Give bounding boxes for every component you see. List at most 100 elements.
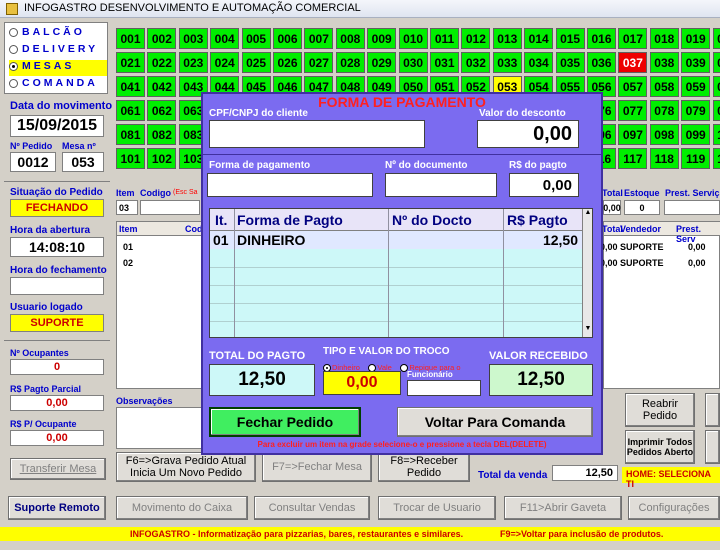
items-row-item[interactable]: 01 [123,242,133,252]
table-button-025[interactable]: 025 [241,52,271,73]
table-button-007[interactable]: 007 [304,28,334,49]
table-button-016[interactable]: 016 [587,28,616,49]
table-button-023[interactable]: 023 [178,52,208,73]
mode-balcao[interactable]: BALCÃO [9,26,85,42]
table-button-004[interactable]: 004 [210,28,240,49]
transferir-mesa-button[interactable]: Transferir Mesa [10,458,106,480]
mode-delivery[interactable]: DELIVERY [9,43,98,59]
table-button-003[interactable]: 003 [178,28,208,49]
table-button-011[interactable]: 011 [430,28,459,49]
mode-comanda[interactable]: COMANDA [9,77,98,93]
table-button-041[interactable]: 041 [116,76,145,97]
imprimir-pedidos-button[interactable]: Imprimir Todos Pedidos Aberto [625,430,695,464]
table-button-117[interactable]: 117 [618,148,648,169]
reabrir-pedido-button[interactable]: Reabrir Pedido [625,393,695,427]
table-button-078[interactable]: 078 [649,100,679,121]
table-button-102[interactable]: 102 [147,148,177,169]
ocupantes-field[interactable]: 0 [10,359,104,375]
row-vendedor[interactable]: SUPORTE [620,242,664,252]
table-button-008[interactable]: 008 [335,28,365,49]
table-button-021[interactable]: 021 [116,52,145,73]
table-button-026[interactable]: 026 [273,52,302,73]
table-button-100[interactable]: 100 [712,124,720,145]
table-button-061[interactable]: 061 [116,100,145,121]
row-prest[interactable]: 0,00 [688,242,706,252]
table-button-119[interactable]: 119 [681,148,711,169]
table-button-012[interactable]: 012 [461,28,491,49]
table-button-031[interactable]: 031 [430,52,459,73]
table-button-036[interactable]: 036 [587,52,616,73]
table-button-022[interactable]: 022 [147,52,177,73]
table-button-019[interactable]: 019 [681,28,711,49]
table-button-033[interactable]: 033 [492,52,522,73]
table-button-099[interactable]: 099 [681,124,711,145]
partial-button[interactable] [705,393,720,427]
table-button-035[interactable]: 035 [555,52,585,73]
mode-mesas[interactable]: MESAS [9,60,107,76]
table-button-098[interactable]: 098 [649,124,679,145]
table-button-010[interactable]: 010 [398,28,428,49]
trocar-usuario-button[interactable]: Trocar de Usuario [378,496,496,520]
table-button-118[interactable]: 118 [649,148,679,169]
table-button-101[interactable]: 101 [116,148,145,169]
table-button-030[interactable]: 030 [398,52,428,73]
grava-pedido-button[interactable]: F6=>Grava Pedido Atual Inicia Um Novo Pe… [116,452,256,482]
table-button-097[interactable]: 097 [618,124,648,145]
table-button-077[interactable]: 077 [618,100,648,121]
table-button-079[interactable]: 079 [681,100,711,121]
table-button-038[interactable]: 038 [649,52,679,73]
table-button-001[interactable]: 001 [116,28,145,49]
scroll-up-icon[interactable]: ▲ [584,209,592,219]
forma-pagamento-input[interactable] [207,173,373,197]
desconto-input[interactable]: 0,00 [477,120,579,148]
table-button-034[interactable]: 034 [524,52,554,73]
table-button-032[interactable]: 032 [461,52,491,73]
table-button-081[interactable]: 081 [116,124,145,145]
movimento-caixa-button[interactable]: Movimento do Caixa [116,496,248,520]
abrir-gaveta-button[interactable]: F11>Abrir Gaveta [504,496,622,520]
item-field[interactable]: 03 [116,200,138,215]
table-button-013[interactable]: 013 [492,28,522,49]
table-button-058[interactable]: 058 [649,76,679,97]
table-button-029[interactable]: 029 [367,52,397,73]
data-movimento-field[interactable]: 15/09/2015 [10,115,104,137]
fechar-mesa-button[interactable]: F7=>Fechar Mesa [262,452,372,482]
documento-input[interactable] [385,173,497,197]
observacoes-input[interactable] [116,407,202,449]
voltar-comanda-button[interactable]: Voltar Para Comanda [397,407,593,437]
receber-pedido-button[interactable]: F8=>Receber Pedido [378,452,470,482]
table-button-080[interactable]: 080 [712,100,720,121]
table-button-020[interactable]: 020 [712,28,720,49]
table-button-027[interactable]: 027 [304,52,334,73]
partial-button[interactable] [705,430,720,464]
row-prest[interactable]: 0,00 [688,258,706,268]
table-button-015[interactable]: 015 [555,28,585,49]
table-button-028[interactable]: 028 [335,52,365,73]
pagto-input[interactable]: 0,00 [509,173,579,197]
table-button-040[interactable]: 040 [712,52,720,73]
table-button-060[interactable]: 060 [712,76,720,97]
row-vendedor[interactable]: SUPORTE [620,258,664,268]
configuracoes-button[interactable]: Configurações [628,496,720,520]
codigo-input[interactable] [140,200,200,215]
table-button-037[interactable]: 037 [618,52,648,73]
table-button-082[interactable]: 082 [147,124,177,145]
cpf-input[interactable] [209,120,425,148]
table-button-042[interactable]: 042 [147,76,177,97]
pedido-field[interactable]: 0012 [10,152,56,172]
table-button-039[interactable]: 039 [681,52,711,73]
scroll-down-icon[interactable]: ▼ [584,325,592,335]
mesa-field[interactable]: 053 [62,152,104,172]
table-button-059[interactable]: 059 [681,76,711,97]
table-button-062[interactable]: 062 [147,100,177,121]
fechar-pedido-button[interactable]: Fechar Pedido [209,407,361,437]
table-button-002[interactable]: 002 [147,28,177,49]
payment-row[interactable]: 01 DINHEIRO 12,50 [210,231,582,249]
table-button-009[interactable]: 009 [367,28,397,49]
funcionario-input[interactable] [407,380,481,396]
payment-grid-scrollbar[interactable]: ▲ ▼ [582,209,592,337]
table-button-120[interactable]: 120 [712,148,720,169]
table-button-005[interactable]: 005 [241,28,271,49]
table-button-018[interactable]: 018 [649,28,679,49]
table-button-014[interactable]: 014 [524,28,554,49]
